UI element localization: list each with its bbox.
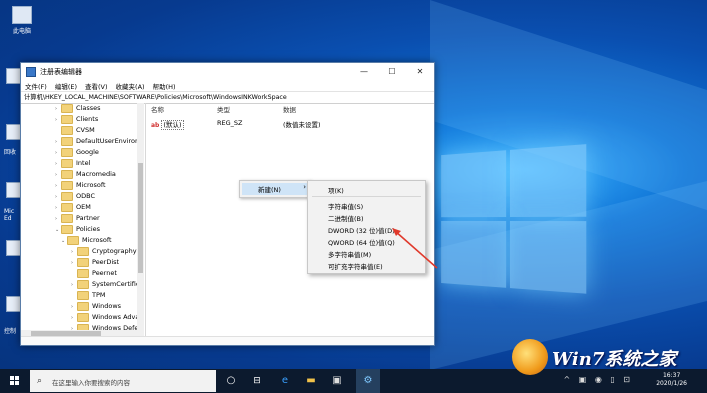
edge-taskbar-icon[interactable]: e	[278, 374, 292, 388]
annotation-arrow	[392, 228, 438, 269]
cortana-icon[interactable]: ○	[224, 374, 238, 388]
regedit-taskbar-icon: ⚙	[363, 375, 373, 386]
windows-start-icon	[10, 376, 20, 386]
watermark-logo	[512, 339, 548, 375]
start-button[interactable]	[0, 369, 30, 393]
taskbar-clock[interactable]: 16:37 2020/1/26	[656, 372, 687, 388]
system-tray-icons[interactable]: ^ ▣ ◉ ▯ ⊡	[563, 375, 633, 384]
search-placeholder: 在这里输入你要搜索的内容	[52, 379, 130, 387]
taskbar: ⌕ 在这里输入你要搜索的内容 ○ ⊟ e ▬ ▣ ⚙ ^ ▣ ◉ ▯ ⊡ 16:…	[0, 369, 707, 393]
file-explorer-icon[interactable]: ▬	[304, 374, 318, 388]
search-icon: ⌕	[37, 376, 43, 386]
clock-time: 16:37	[662, 372, 681, 379]
clock-date: 2020/1/26	[656, 380, 687, 387]
site-watermark: Win7系统之家	[512, 339, 702, 375]
store-icon[interactable]: ▣	[330, 374, 344, 388]
watermark-text: Win7系统之家	[552, 349, 677, 370]
taskbar-search-box[interactable]: ⌕ 在这里输入你要搜索的内容	[30, 370, 216, 392]
task-view-icon[interactable]: ⊟	[250, 374, 264, 388]
regedit-taskbar-button[interactable]: ⚙	[356, 369, 380, 393]
